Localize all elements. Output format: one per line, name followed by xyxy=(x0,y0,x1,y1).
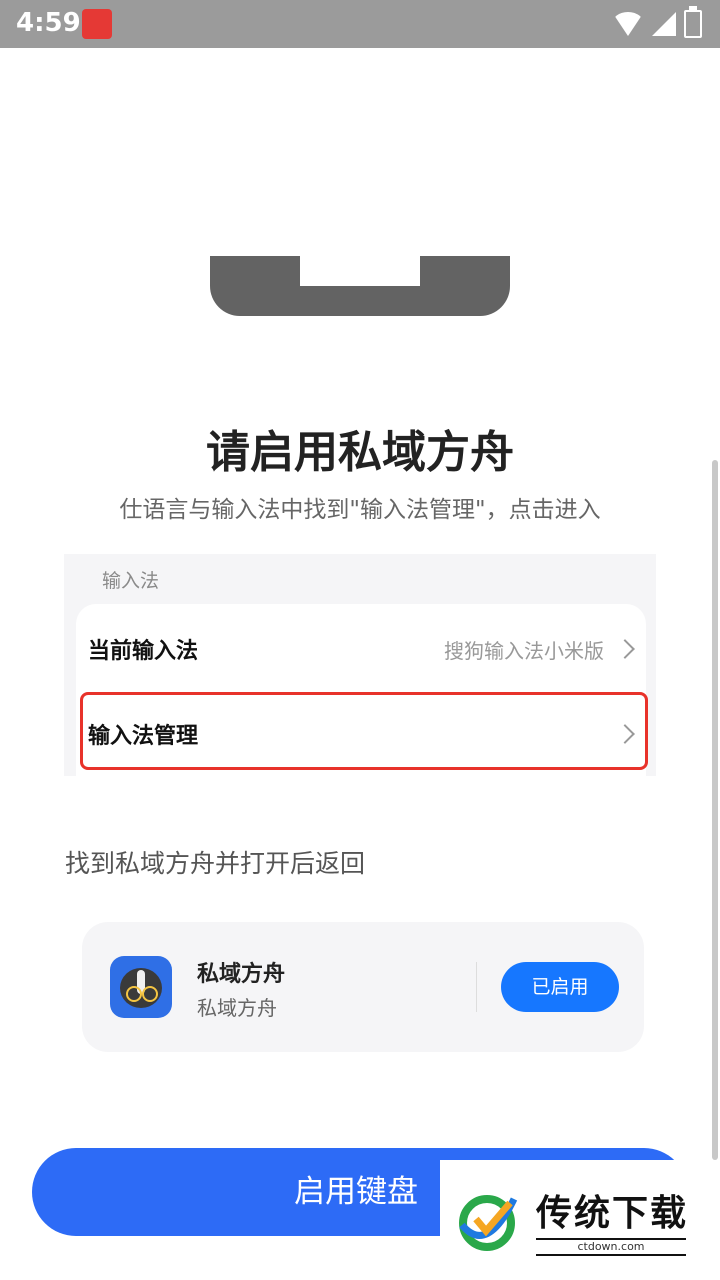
current-ime-value-wrap: 搜狗输入法小米版 xyxy=(444,635,635,664)
highlight-box xyxy=(80,692,648,770)
app-subtitle: 私域方舟 xyxy=(197,996,277,1020)
app-card-divider xyxy=(476,962,477,1012)
page-title: 请启用私域方舟 xyxy=(206,427,514,478)
watermark-title: 传统下载 xyxy=(536,1193,689,1234)
scrollbar[interactable] xyxy=(712,460,718,1160)
wifi-icon xyxy=(612,12,644,36)
current-ime-value: 搜狗输入法小米版 xyxy=(444,638,604,663)
watermark-logo-icon xyxy=(459,1195,518,1251)
watermark-url: ctdown.com xyxy=(536,1238,686,1256)
enabled-button[interactable]: 已启用 xyxy=(501,962,619,1012)
status-icons xyxy=(612,6,702,38)
raccoon-app-icon xyxy=(110,956,172,1018)
current-ime-label: 当前输入法 xyxy=(88,639,199,664)
instruction-hint: 找到私域方舟并打开后返回 xyxy=(65,849,366,878)
current-ime-row: 当前输入法 搜狗输入法小米版 xyxy=(88,624,635,674)
status-time: 4:59 xyxy=(16,8,81,38)
status-bar: 4:59 xyxy=(0,0,720,48)
app-name: 私域方舟 xyxy=(197,962,286,987)
settings-section-label: 输入法 xyxy=(102,570,160,592)
glasses-right-icon xyxy=(142,986,158,1002)
glasses-left-icon xyxy=(126,986,142,1002)
page-subtitle: 仕语言与输入法中找到"输入法管理"，点击进入 xyxy=(119,497,601,523)
signal-icon xyxy=(652,12,676,36)
chevron-right-icon xyxy=(615,639,635,659)
battery-icon xyxy=(684,6,702,38)
notification-app-icon xyxy=(82,9,112,39)
phone-notch xyxy=(300,256,420,286)
